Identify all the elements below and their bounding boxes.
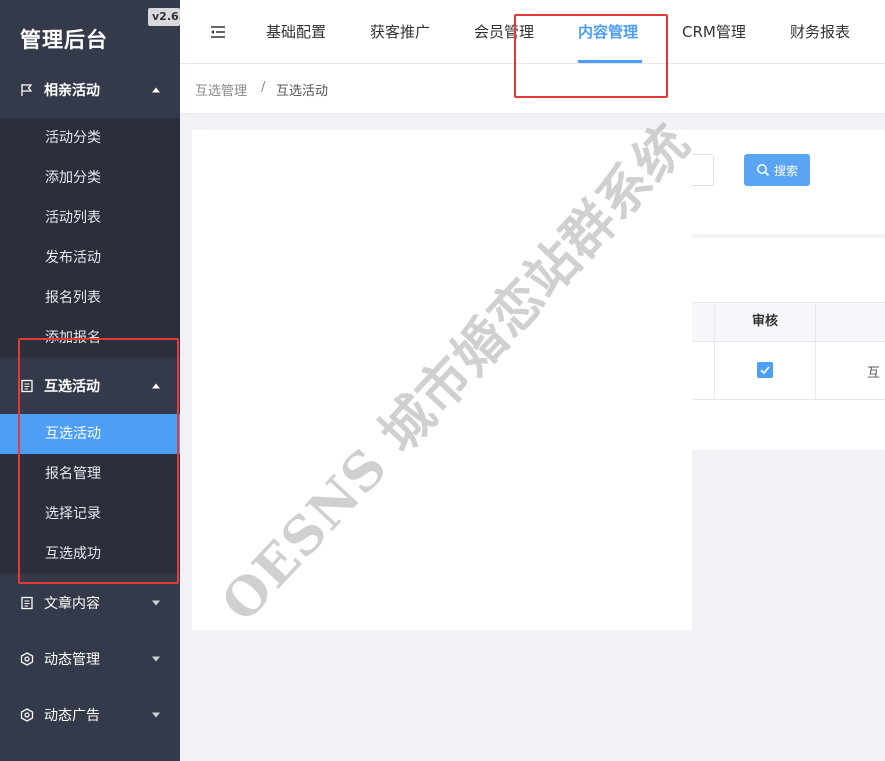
- breadcrumb-parent[interactable]: 互选管理: [195, 80, 247, 99]
- highlight-box-mutual-menu: [18, 338, 179, 584]
- chevron-down-icon: [152, 656, 160, 662]
- breadcrumb-current: 互选活动: [276, 84, 329, 99]
- sidebar-item-signup-list[interactable]: 报名列表: [0, 278, 180, 318]
- table-header: 间 审核: [672, 302, 885, 342]
- flag-icon: [20, 83, 34, 97]
- chevron-down-icon: [152, 600, 160, 606]
- sidebar-group-dongtai[interactable]: 动态管理: [0, 631, 180, 687]
- sidebar-group-label: 动态广告: [44, 708, 100, 724]
- brand-title: 管理后台: [20, 28, 108, 52]
- sidebar-item-activity-category[interactable]: 活动分类: [0, 118, 180, 158]
- sidebar-group-label: 文章内容: [44, 596, 100, 612]
- breadcrumb-separator: /: [261, 80, 266, 95]
- sidebar-group-label: 动态管理: [44, 652, 100, 668]
- tab-customer-acquisition[interactable]: 获客推广: [370, 0, 430, 64]
- cell-next-partial: 互: [867, 366, 881, 381]
- sidebar-item-publish-activity[interactable]: 发布活动: [0, 238, 180, 278]
- tab-finance-report[interactable]: 财务报表: [790, 0, 850, 64]
- submenu-xiangqin: 活动分类 添加分类 活动列表 发布活动 报名列表 添加报名: [0, 118, 180, 358]
- sidebar-group-label: 相亲活动: [44, 83, 100, 99]
- header-next: [816, 303, 885, 341]
- version-badge: v2.6.: [148, 8, 180, 26]
- tab-crm-manage[interactable]: CRM管理: [682, 0, 746, 64]
- check-icon: [760, 366, 770, 375]
- gear-icon: [20, 708, 34, 722]
- column-divider: [815, 342, 816, 400]
- column-divider: [714, 342, 715, 400]
- search-button[interactable]: 搜索: [744, 154, 810, 186]
- chevron-up-icon: [152, 87, 160, 93]
- sidebar-group-guanggao[interactable]: 动态广告: [0, 687, 180, 743]
- search-icon: [757, 164, 770, 177]
- sidebar-item-activity-list[interactable]: 活动列表: [0, 198, 180, 238]
- document-icon: [20, 596, 34, 610]
- sidebar-item-add-category[interactable]: 添加分类: [0, 158, 180, 198]
- sidebar-group-xiangqin[interactable]: 相亲活动: [0, 62, 180, 118]
- table-row: 49 4 互: [672, 342, 885, 400]
- gear-icon: [20, 652, 34, 666]
- review-checkbox[interactable]: [757, 362, 773, 378]
- menu-toggle-icon[interactable]: [210, 24, 226, 40]
- chevron-down-icon: [152, 712, 160, 718]
- highlight-box-content-tab: [514, 14, 668, 98]
- tab-basic-config[interactable]: 基础配置: [266, 0, 326, 64]
- header-review: 审核: [751, 314, 778, 329]
- search-button-label: 搜索: [773, 163, 798, 178]
